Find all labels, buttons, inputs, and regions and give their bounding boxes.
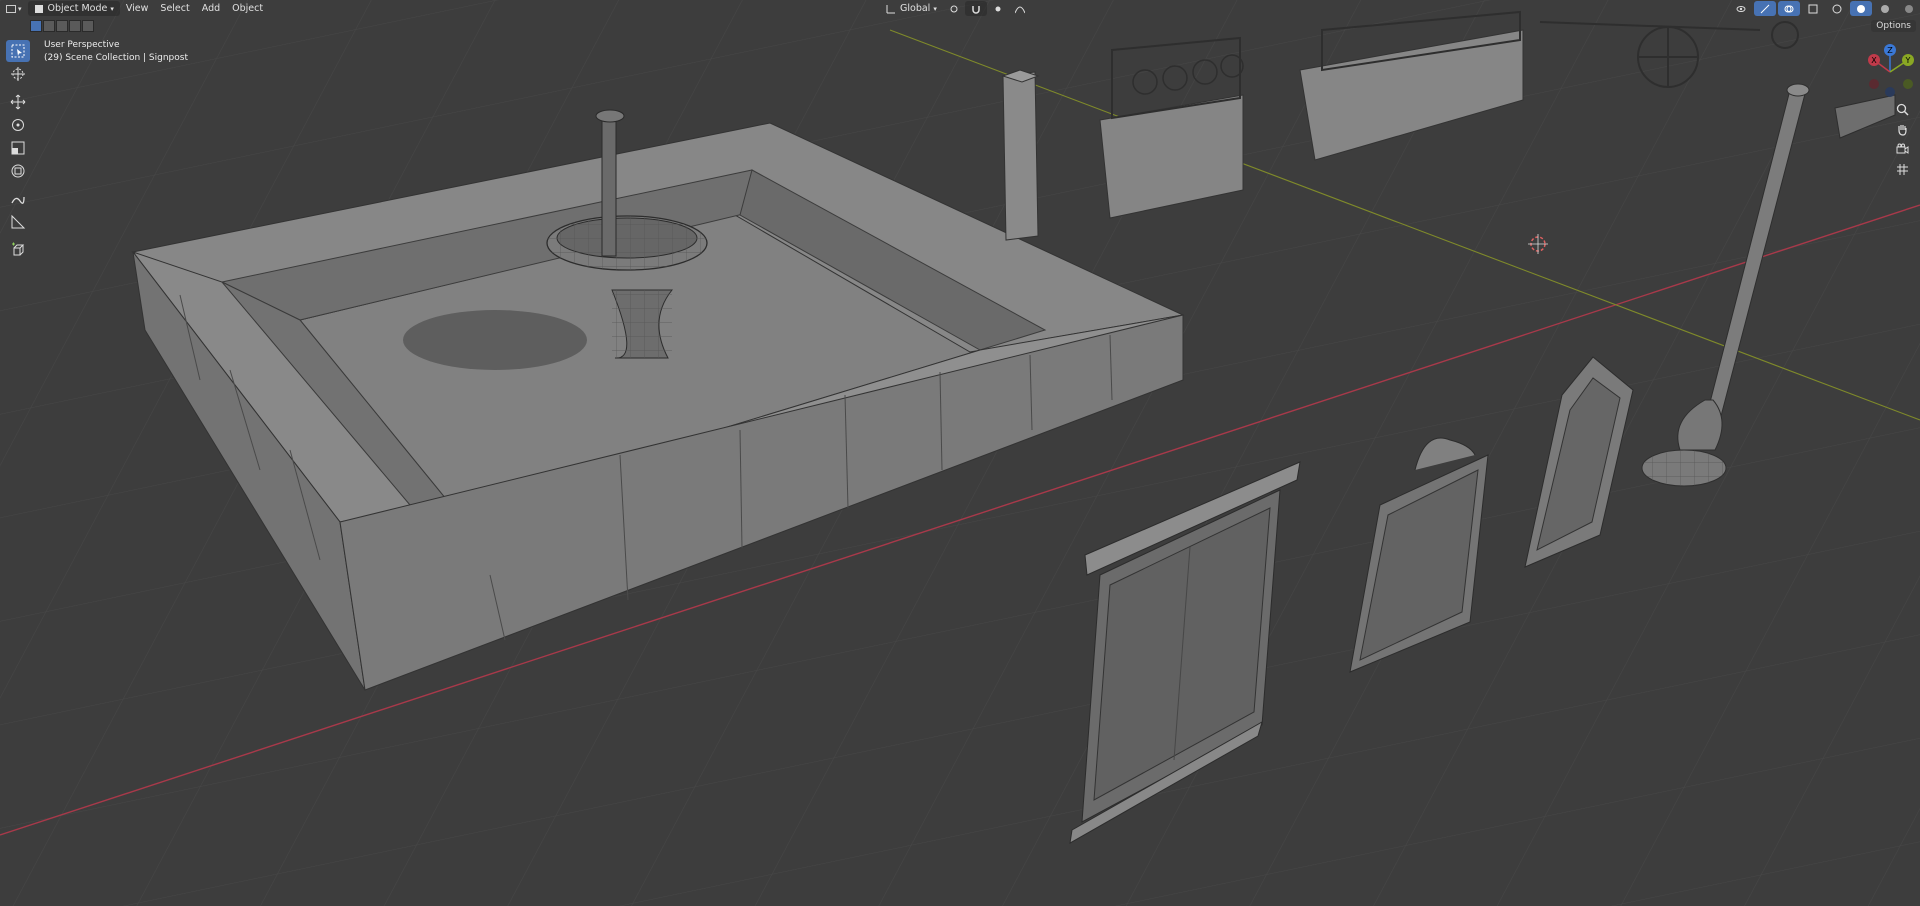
shading-rendered[interactable] [1898, 1, 1920, 16]
neg-z-axis-handle[interactable] [1885, 87, 1895, 97]
proportional-icon [995, 6, 1001, 11]
rotate-tool[interactable] [6, 114, 30, 136]
gizmo-icon [1760, 4, 1770, 13]
menu-object[interactable]: Object [226, 1, 269, 16]
pillar[interactable] [1001, 69, 1040, 241]
select-box-icon [11, 44, 25, 58]
grid-icon [1896, 163, 1908, 175]
navigation-gizmo[interactable]: Z X Y [1860, 42, 1920, 102]
editor-type-button[interactable]: ▾ [0, 1, 28, 16]
navigation-buttons [1893, 100, 1911, 178]
select-extend-icon[interactable] [43, 20, 55, 32]
transform-tool[interactable] [6, 160, 30, 182]
zoom-button[interactable] [1893, 100, 1911, 118]
pivot-icon [950, 5, 958, 12]
xray-icon [1808, 4, 1818, 13]
scale-tool[interactable] [6, 137, 30, 159]
mode-dropdown[interactable]: Object Mode ▾ [27, 1, 120, 16]
gizmo-toggle[interactable] [1754, 1, 1776, 16]
collection-label: (29) Scene Collection | Signpost [44, 53, 188, 63]
menu-add[interactable]: Add [196, 1, 226, 16]
overlays-toggle[interactable] [1778, 1, 1800, 16]
cursor-icon [11, 67, 25, 81]
tool-shelf [6, 40, 30, 261]
scale-icon [11, 141, 25, 155]
hand-icon [1897, 124, 1907, 136]
rendered-sphere-icon [1905, 4, 1913, 13]
selection-mode-buttons [30, 20, 94, 32]
measure-tool[interactable] [6, 211, 30, 233]
annotate-icon [11, 196, 25, 204]
perspective-label: User Perspective [44, 40, 120, 50]
measure-icon [11, 214, 26, 229]
right-header-controls [1730, 0, 1920, 17]
3d-viewport[interactable] [0, 0, 1920, 906]
material-sphere-icon [1881, 4, 1889, 13]
proportional-edit-button[interactable] [987, 1, 1009, 16]
zoom-icon [1896, 103, 1909, 116]
transform-orientation-dropdown[interactable]: Global ▾ [880, 1, 943, 16]
transform-icon [11, 164, 25, 178]
neg-x-axis-handle[interactable] [1869, 79, 1879, 89]
magnet-icon [972, 5, 980, 14]
select-intersect-icon[interactable] [82, 20, 94, 32]
chevron-down-icon: ▾ [110, 4, 114, 13]
visibility-button[interactable] [1730, 1, 1752, 16]
menu-view[interactable]: View [120, 1, 155, 16]
pan-button[interactable] [1893, 120, 1911, 138]
falloff-button[interactable] [1009, 1, 1031, 16]
x-axis-label: X [1871, 56, 1877, 65]
pivot-point-button[interactable] [943, 1, 965, 16]
options-dropdown[interactable]: Options [1871, 20, 1916, 32]
mode-label: Object Mode [47, 3, 108, 14]
orientation-icon [886, 4, 895, 13]
annotate-tool[interactable] [6, 188, 30, 210]
shading-solid[interactable] [1850, 1, 1872, 16]
menu-select[interactable]: Select [154, 1, 195, 16]
move-icon [10, 94, 26, 110]
rotate-icon [12, 119, 24, 131]
camera-icon [1896, 143, 1908, 154]
object-mode-icon [34, 4, 43, 13]
viewport-header: ▾ Object Mode ▾ View Select Add Object G… [0, 0, 1920, 17]
snap-button[interactable] [964, 1, 987, 16]
select-box-tool[interactable] [6, 40, 30, 62]
wireframe-sphere-icon [1832, 4, 1842, 13]
falloff-curve-icon [1014, 6, 1025, 13]
cursor-tool[interactable] [6, 63, 30, 85]
eye-icon [1736, 5, 1746, 12]
ortho-toggle-button[interactable] [1893, 160, 1911, 178]
solid-sphere-icon [1857, 4, 1865, 13]
editor-icon [6, 4, 16, 13]
orientation-label: Global [900, 3, 931, 14]
y-axis-label: Y [1905, 56, 1911, 65]
z-axis-label: Z [1887, 46, 1893, 55]
xray-toggle[interactable] [1802, 1, 1824, 16]
shading-wireframe[interactable] [1826, 1, 1848, 16]
select-invert-icon[interactable] [69, 20, 81, 32]
move-tool[interactable] [6, 91, 30, 113]
viewport-info: User Perspective (29) Scene Collection |… [44, 39, 188, 65]
neg-y-axis-handle[interactable] [1903, 79, 1913, 89]
overlay-icon [1784, 5, 1794, 12]
chevron-down-icon: ▾ [933, 4, 937, 13]
add-cube-tool[interactable] [6, 239, 30, 261]
camera-view-button[interactable] [1893, 140, 1911, 158]
shading-material[interactable] [1874, 1, 1896, 16]
select-subtract-icon[interactable] [56, 20, 68, 32]
add-cube-icon [12, 242, 25, 256]
bowl-shadow [403, 310, 587, 370]
select-new-icon[interactable] [30, 20, 42, 32]
